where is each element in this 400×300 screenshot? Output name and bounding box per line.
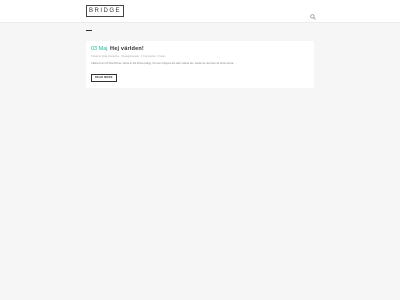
post-excerpt: Välkommen till WordPress. Detta är ditt …	[91, 62, 236, 65]
post-date: 03 Maj	[91, 46, 108, 52]
post-heading: 03 Maj Hej världen!	[91, 46, 144, 53]
site-logo[interactable]: BRIDGE	[86, 5, 125, 17]
search-icon[interactable]	[310, 7, 316, 20]
read-more-button[interactable]: Read More	[91, 74, 117, 82]
post-meta: Postat av Qode Interactive · Okategorise…	[91, 55, 165, 58]
post-comments[interactable]: 1 Kommentar	[141, 55, 155, 58]
post-likes[interactable]: 0 Likes	[158, 55, 166, 58]
post-category[interactable]: Okategoriserade	[121, 55, 139, 58]
page-title-separator	[86, 30, 92, 31]
blog-post-card: 03 Maj Hej världen! Postat av Qode Inter…	[86, 41, 314, 88]
post-title[interactable]: Hej världen!	[110, 46, 144, 52]
post-author[interactable]: Postat av Qode Interactive	[91, 55, 119, 58]
site-header: BRIDGE	[0, 0, 400, 23]
